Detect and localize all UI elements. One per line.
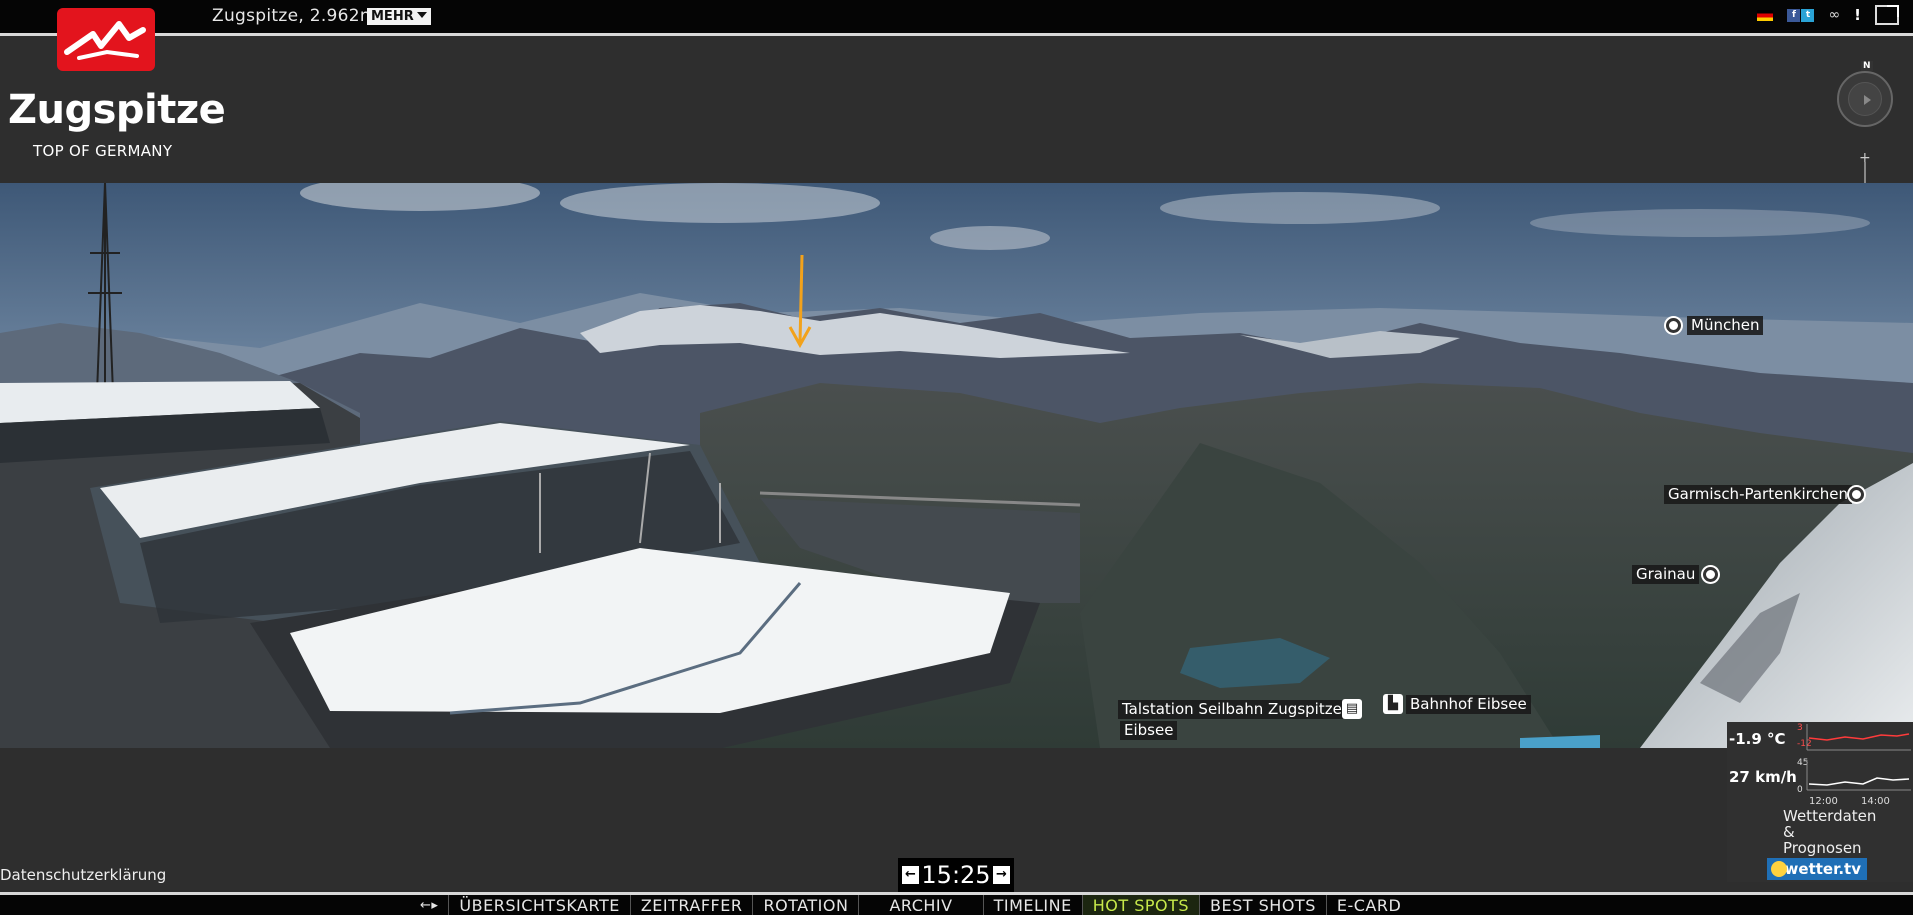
nav-timeline[interactable]: TIMELINE bbox=[982, 895, 1082, 915]
panorama-image[interactable] bbox=[0, 183, 1913, 748]
chevron-down-icon bbox=[416, 12, 427, 18]
compass-control[interactable]: N bbox=[1837, 61, 1893, 127]
time-label-1: 12:00 bbox=[1809, 796, 1838, 807]
fullscreen-icon[interactable] bbox=[1875, 5, 1899, 25]
swap-view-icon[interactable]: ←▸ bbox=[410, 895, 448, 915]
cable-car-icon[interactable]: ▤ bbox=[1342, 699, 1362, 719]
label-grainau[interactable]: Grainau bbox=[1632, 565, 1700, 584]
time-label-2: 14:00 bbox=[1861, 796, 1890, 807]
nav-rotation[interactable]: ROTATION bbox=[752, 895, 858, 915]
map-pin-icon[interactable] bbox=[1849, 487, 1864, 502]
provider-name: wetter.tv bbox=[1784, 860, 1861, 878]
wind-scale-bottom: 0 bbox=[1797, 785, 1803, 794]
north-label: N bbox=[1861, 61, 1873, 71]
nav-uebersichtskarte[interactable]: ÜBERSICHTSKARTE bbox=[448, 895, 629, 915]
map-pin-icon[interactable] bbox=[1666, 318, 1681, 333]
bottom-nav-bar: ←▸ ÜBERSICHTSKARTE ZEITRAFFER ROTATION A… bbox=[0, 892, 1913, 915]
info-exclamation-icon[interactable]: ! bbox=[1854, 6, 1861, 24]
play-icon[interactable] bbox=[1864, 95, 1871, 105]
weather-data-line3: Prognosen bbox=[1783, 839, 1862, 857]
nav-e-card[interactable]: E-CARD bbox=[1325, 895, 1411, 915]
temp-scale-top: 3 bbox=[1797, 723, 1803, 733]
train-station-icon[interactable]: ▙ bbox=[1383, 694, 1403, 714]
label-eibsee[interactable]: Eibsee bbox=[1120, 721, 1178, 740]
weather-widget[interactable]: -1.9 °C 27 km/h 3 -12 45 0 12:00 14:00 W… bbox=[1727, 722, 1913, 882]
next-time-button[interactable]: → bbox=[993, 866, 1010, 884]
temperature-value: -1.9 °C bbox=[1729, 730, 1786, 748]
label-talstation[interactable]: Talstation Seilbahn Zugspitze bbox=[1118, 700, 1346, 719]
webcam-page: Zugspitze, 2.962m MEHR f t ∞ ! Zugspitze… bbox=[0, 0, 1913, 915]
weather-data-line2: & bbox=[1783, 823, 1795, 841]
top-icons: f t ∞ ! bbox=[1757, 5, 1899, 25]
german-flag-icon[interactable] bbox=[1757, 9, 1774, 21]
time-value: 15:25 bbox=[921, 861, 991, 889]
nav-hot-spots[interactable]: HOT SPOTS bbox=[1081, 895, 1200, 915]
time-display: ← 15:25 → bbox=[898, 858, 1014, 892]
sun-icon bbox=[1771, 861, 1787, 877]
infinity-icon[interactable]: ∞ bbox=[1828, 7, 1840, 23]
more-label: MEHR bbox=[371, 9, 414, 24]
privacy-link[interactable]: Datenschutzerklärung bbox=[0, 866, 166, 884]
logo-subtitle: TOP OF GERMANY bbox=[33, 142, 173, 160]
logo-mark[interactable] bbox=[57, 8, 155, 71]
wetter-tv-logo[interactable]: wetter.tv bbox=[1767, 858, 1867, 880]
label-muenchen[interactable]: München bbox=[1687, 316, 1764, 335]
nav-zeitraffer[interactable]: ZEITRAFFER bbox=[629, 895, 753, 915]
map-pin-icon[interactable] bbox=[1703, 567, 1718, 582]
nav-archiv[interactable]: ARCHIV bbox=[858, 895, 982, 915]
previous-time-button[interactable]: ← bbox=[902, 866, 919, 884]
logo-title: Zugspitze bbox=[8, 87, 226, 133]
more-dropdown[interactable]: MEHR bbox=[367, 8, 431, 25]
location-title: Zugspitze, 2.962m bbox=[212, 6, 377, 26]
temp-scale-bottom: -12 bbox=[1797, 739, 1812, 749]
label-bahnhof[interactable]: Bahnhof Eibsee bbox=[1406, 695, 1531, 714]
weather-data-link[interactable]: Wetterdaten & Prognosen bbox=[1783, 808, 1876, 856]
nav-best-shots[interactable]: BEST SHOTS bbox=[1199, 895, 1326, 915]
bottom-nav: ←▸ ÜBERSICHTSKARTE ZEITRAFFER ROTATION A… bbox=[410, 895, 1411, 915]
weather-data-line1: Wetterdaten bbox=[1783, 807, 1877, 825]
mountain-logo-icon bbox=[64, 21, 146, 60]
twitter-icon[interactable]: t bbox=[1801, 8, 1815, 22]
social-icons: f t bbox=[1787, 8, 1815, 22]
highlight-arrow-icon bbox=[788, 254, 812, 349]
label-garmisch[interactable]: Garmisch-Partenkirchen bbox=[1664, 485, 1853, 504]
top-bar: Zugspitze, 2.962m MEHR f t ∞ ! bbox=[0, 0, 1913, 36]
panorama-drawing bbox=[0, 183, 1913, 748]
wind-value: 27 km/h bbox=[1729, 768, 1797, 786]
facebook-icon[interactable]: f bbox=[1787, 8, 1801, 22]
weather-graph: 3 -12 45 0 bbox=[1797, 723, 1911, 794]
